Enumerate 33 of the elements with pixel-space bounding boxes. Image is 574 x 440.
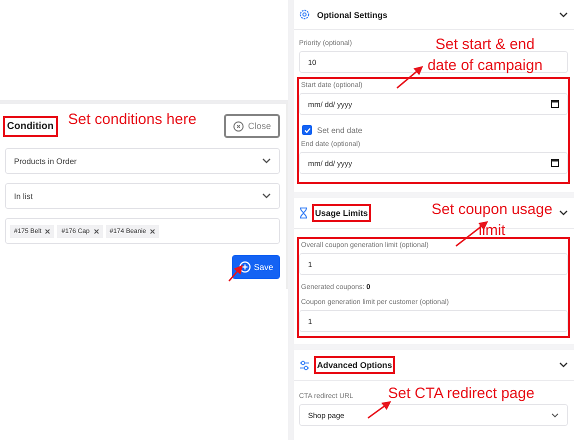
section-title: Optional Settings: [316, 8, 388, 22]
gear-icon: [299, 9, 310, 20]
annotation-text: Set conditions here: [68, 111, 196, 128]
annotation-text: Set start & end: [435, 36, 535, 53]
hourglass-icon: [299, 207, 308, 219]
annotation-text: date of campaign: [427, 57, 543, 74]
sliders-icon: [299, 360, 310, 370]
checkbox[interactable]: [302, 125, 312, 135]
condition-select[interactable]: Products in Order: [5, 148, 280, 174]
chevron-down-icon: [262, 193, 271, 199]
condition-select[interactable]: In list: [5, 183, 280, 209]
close-icon: [232, 120, 244, 132]
annotation-arrow: [368, 401, 392, 419]
annotation-text: Set coupon usage: [432, 201, 552, 218]
save-button[interactable]: Save: [232, 255, 280, 279]
section-title: Advanced Options: [314, 356, 396, 374]
chevron-down-icon[interactable]: [559, 362, 568, 368]
annotation-arrow: [228, 264, 243, 282]
chevron-down-icon[interactable]: [559, 210, 568, 216]
remove-icon[interactable]: [94, 228, 99, 234]
calendar-icon[interactable]: [551, 100, 559, 108]
plus-circle-icon: [238, 261, 251, 273]
chevron-down-icon[interactable]: [559, 12, 568, 18]
close-button[interactable]: Close: [224, 114, 280, 138]
checkbox-label: Set end date: [317, 126, 362, 134]
calendar-icon[interactable]: [551, 159, 559, 167]
remove-icon[interactable]: [150, 228, 156, 234]
section-title: Usage Limits: [312, 204, 371, 222]
remove-icon[interactable]: [45, 228, 50, 234]
chevron-down-icon: [551, 412, 559, 418]
chevron-down-icon: [262, 158, 271, 164]
condition-title: Condition: [3, 116, 58, 136]
annotation-text: Set CTA redirect page: [388, 385, 534, 402]
